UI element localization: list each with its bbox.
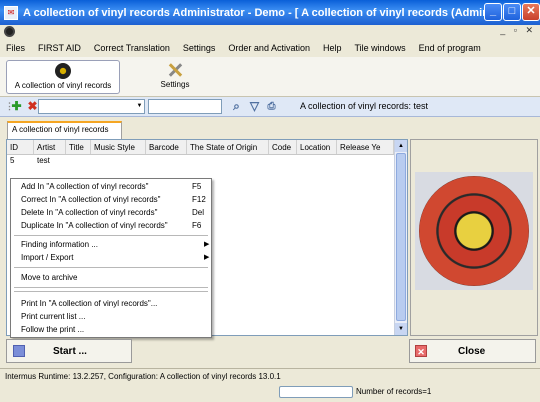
- cell-id: 5: [10, 156, 15, 165]
- close-button[interactable]: ✕ Close: [409, 339, 536, 363]
- record-image-frame: [415, 172, 533, 290]
- menu-order-activation[interactable]: Order and Activation: [228, 43, 310, 53]
- scroll-up-icon[interactable]: ▲: [395, 140, 407, 152]
- filter-combo[interactable]: ▼: [38, 99, 145, 114]
- record-toolbar: ⋮ ✚ ✖ ▤ ▼ ⌕ ▽ ⎙ A collection of vinyl re…: [0, 97, 540, 117]
- search-icon[interactable]: ⌕: [230, 100, 243, 113]
- vertical-scrollbar[interactable]: ▲ ▼: [394, 140, 407, 335]
- add-icon[interactable]: ✚: [10, 100, 23, 113]
- column-header[interactable]: Artist: [34, 140, 66, 154]
- menu-item-label: Delete In "A collection of vinyl records…: [21, 208, 158, 217]
- record-count: Number of records=1: [356, 387, 432, 396]
- column-header[interactable]: Code: [269, 140, 297, 154]
- submenu-arrow-icon: ▶: [204, 254, 210, 261]
- menu-item-follow-print[interactable]: Follow the print ...: [21, 324, 211, 336]
- print-icon[interactable]: ⎙: [265, 100, 278, 113]
- menu-item-label: Add In "A collection of vinyl records": [21, 182, 149, 191]
- menu-item-label: Finding information ...: [21, 240, 98, 249]
- menu-item-duplicate[interactable]: Duplicate In "A collection of vinyl reco…: [21, 220, 211, 232]
- window-title: A collection of vinyl records Administra…: [23, 6, 493, 19]
- filter-icon[interactable]: ▽: [248, 100, 261, 113]
- menu-separator: [14, 287, 208, 288]
- menu-item-label: Print current list ...: [21, 312, 86, 321]
- shortcut-label: F5: [192, 182, 202, 191]
- tab-strip: A collection of vinyl records: [0, 118, 540, 139]
- grid-header: ID Artist Title Music Style Barcode The …: [7, 140, 407, 155]
- menu-tile-windows[interactable]: Tile windows: [354, 43, 405, 53]
- menu-correct-translation[interactable]: Correct Translation: [94, 43, 170, 53]
- context-menu: Add In "A collection of vinyl records" F…: [10, 178, 212, 338]
- menu-files[interactable]: Files: [6, 43, 25, 53]
- module-vinyl-records-label: A collection of vinyl records: [14, 81, 112, 90]
- module-settings[interactable]: Settings: [150, 60, 200, 94]
- search-input[interactable]: [148, 99, 222, 114]
- menu-item-add[interactable]: Add In "A collection of vinyl records" F…: [21, 181, 211, 193]
- menu-first-aid[interactable]: FIRST AID: [38, 43, 81, 53]
- menu-item-label: Import / Export: [21, 253, 74, 262]
- menu-settings[interactable]: Settings: [183, 43, 216, 53]
- start-button-label: Start ...: [53, 346, 87, 357]
- menu-item-label: Correct In "A collection of vinyl record…: [21, 195, 161, 204]
- close-icon: ✕: [415, 345, 427, 357]
- column-header[interactable]: Title: [66, 140, 91, 154]
- shortcut-label: F6: [192, 221, 202, 230]
- table-row[interactable]: 5 test: [7, 155, 407, 167]
- close-button-label: Close: [458, 346, 486, 357]
- menu-item-label: Move to archive: [21, 273, 78, 282]
- menu-separator: [14, 267, 208, 268]
- vinyl-record-image: [419, 176, 529, 286]
- cell-artist: test: [37, 156, 50, 165]
- toolbar-status: A collection of vinyl records: test: [300, 101, 429, 111]
- column-header[interactable]: The State of Origin: [187, 140, 269, 154]
- menu-bar: Files FIRST AID Correct Translation Sett…: [0, 39, 540, 56]
- minimize-button[interactable]: _: [484, 3, 502, 21]
- shortcut-label: Del: [192, 208, 205, 217]
- submenu-arrow-icon: ▶: [204, 241, 210, 248]
- menu-item-print-current-list[interactable]: Print current list ...: [21, 311, 211, 323]
- mdi-bar: _ ▫ ✕: [0, 25, 540, 38]
- menu-separator: [14, 291, 208, 292]
- menu-help[interactable]: Help: [323, 43, 342, 53]
- menu-item-print-in[interactable]: Print In "A collection of vinyl records"…: [21, 298, 211, 310]
- column-header[interactable]: Location: [297, 140, 337, 154]
- module-settings-label: Settings: [160, 80, 190, 89]
- scroll-thumb[interactable]: [396, 153, 406, 321]
- menu-item-move-to-archive[interactable]: Move to archive: [21, 272, 211, 284]
- mdi-window-controls[interactable]: _ ▫ ✕: [500, 25, 536, 36]
- shortcut-label: F12: [192, 195, 206, 204]
- image-panel: [410, 139, 538, 336]
- vinyl-icon[interactable]: [4, 26, 15, 37]
- app-icon: ✉: [4, 5, 18, 20]
- start-icon: [13, 345, 25, 357]
- module-vinyl-records[interactable]: A collection of vinyl records: [6, 60, 120, 94]
- scroll-down-icon[interactable]: ▼: [395, 323, 407, 335]
- column-header[interactable]: Barcode: [146, 140, 187, 154]
- column-header[interactable]: Release Ye: [337, 140, 394, 154]
- status-bar: Intermus Runtime: 13.2.257, Configuratio…: [0, 368, 540, 402]
- close-window-button[interactable]: ✕: [522, 3, 540, 21]
- column-header[interactable]: Music Style: [91, 140, 146, 154]
- menu-item-finding-information[interactable]: Finding information ... ▶: [21, 239, 211, 251]
- tools-icon: [166, 62, 184, 78]
- chevron-down-icon[interactable]: ▼: [135, 100, 144, 113]
- vinyl-record-icon: [55, 63, 71, 79]
- runtime-info: Intermus Runtime: 13.2.257, Configuratio…: [5, 372, 281, 381]
- column-header[interactable]: ID: [7, 140, 34, 154]
- progress-field: [279, 386, 353, 398]
- menu-item-label: Follow the print ...: [21, 325, 85, 334]
- title-bar: ✉ A collection of vinyl records Administ…: [0, 0, 540, 25]
- tab-vinyl-records[interactable]: A collection of vinyl records: [7, 121, 122, 139]
- menu-item-label: Duplicate In "A collection of vinyl reco…: [21, 221, 168, 230]
- menu-item-import-export[interactable]: Import / Export ▶: [21, 252, 211, 264]
- menu-separator: [14, 235, 208, 236]
- menu-item-delete[interactable]: Delete In "A collection of vinyl records…: [21, 207, 211, 219]
- menu-end-of-program[interactable]: End of program: [419, 43, 481, 53]
- menu-item-correct[interactable]: Correct In "A collection of vinyl record…: [21, 194, 211, 206]
- menu-item-label: Print In "A collection of vinyl records"…: [21, 299, 158, 308]
- start-button[interactable]: Start ...: [6, 339, 132, 363]
- module-ribbon: A collection of vinyl records Settings: [0, 57, 540, 97]
- maximize-button[interactable]: □: [503, 3, 521, 21]
